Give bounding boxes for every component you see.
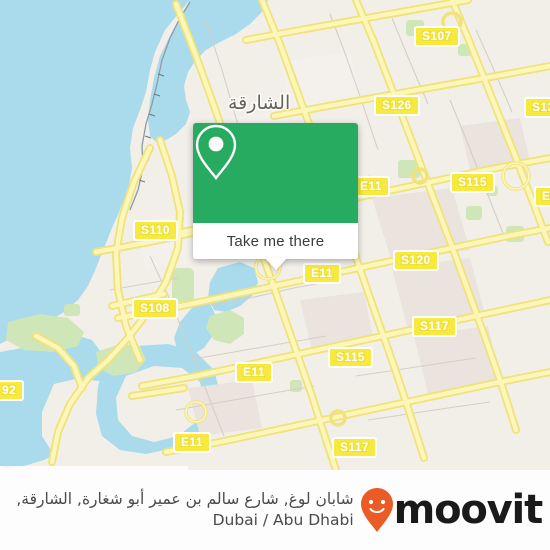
take-me-there-button[interactable]: Take me there xyxy=(193,223,358,259)
map-canvas[interactable]: الشارقة S107 S126 S130 E11 S115 E6 S110 … xyxy=(0,0,550,470)
moovit-wordmark: moovit xyxy=(393,487,544,533)
moovit-logo[interactable]: moovit xyxy=(360,487,544,533)
card-header xyxy=(193,123,358,223)
card-pointer xyxy=(264,258,287,270)
address-label: شابان لوغ, شارع سالم بن عمير أبو شغارة, … xyxy=(16,490,354,529)
moovit-map-screenshot: الشارقة S107 S126 S130 E11 S115 E6 S110 … xyxy=(0,0,550,550)
take-me-there-label: Take me there xyxy=(226,232,325,250)
moovit-pin-icon xyxy=(360,488,393,532)
footer-bar: شابان لوغ, شارع سالم بن عمير أبو شغارة, … xyxy=(0,470,550,550)
map-pin-icon xyxy=(195,124,237,180)
destination-card[interactable]: Take me there xyxy=(193,123,358,270)
